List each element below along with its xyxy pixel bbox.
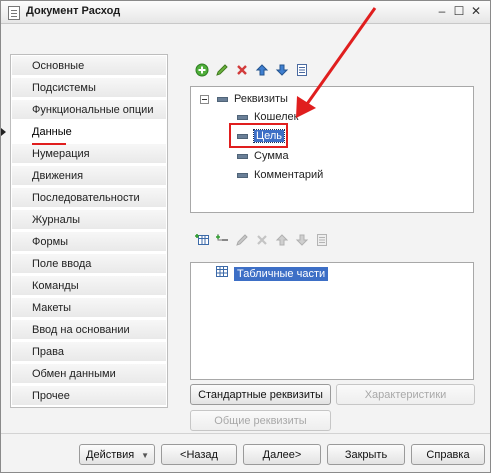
annotation-arrow (296, 7, 377, 118)
